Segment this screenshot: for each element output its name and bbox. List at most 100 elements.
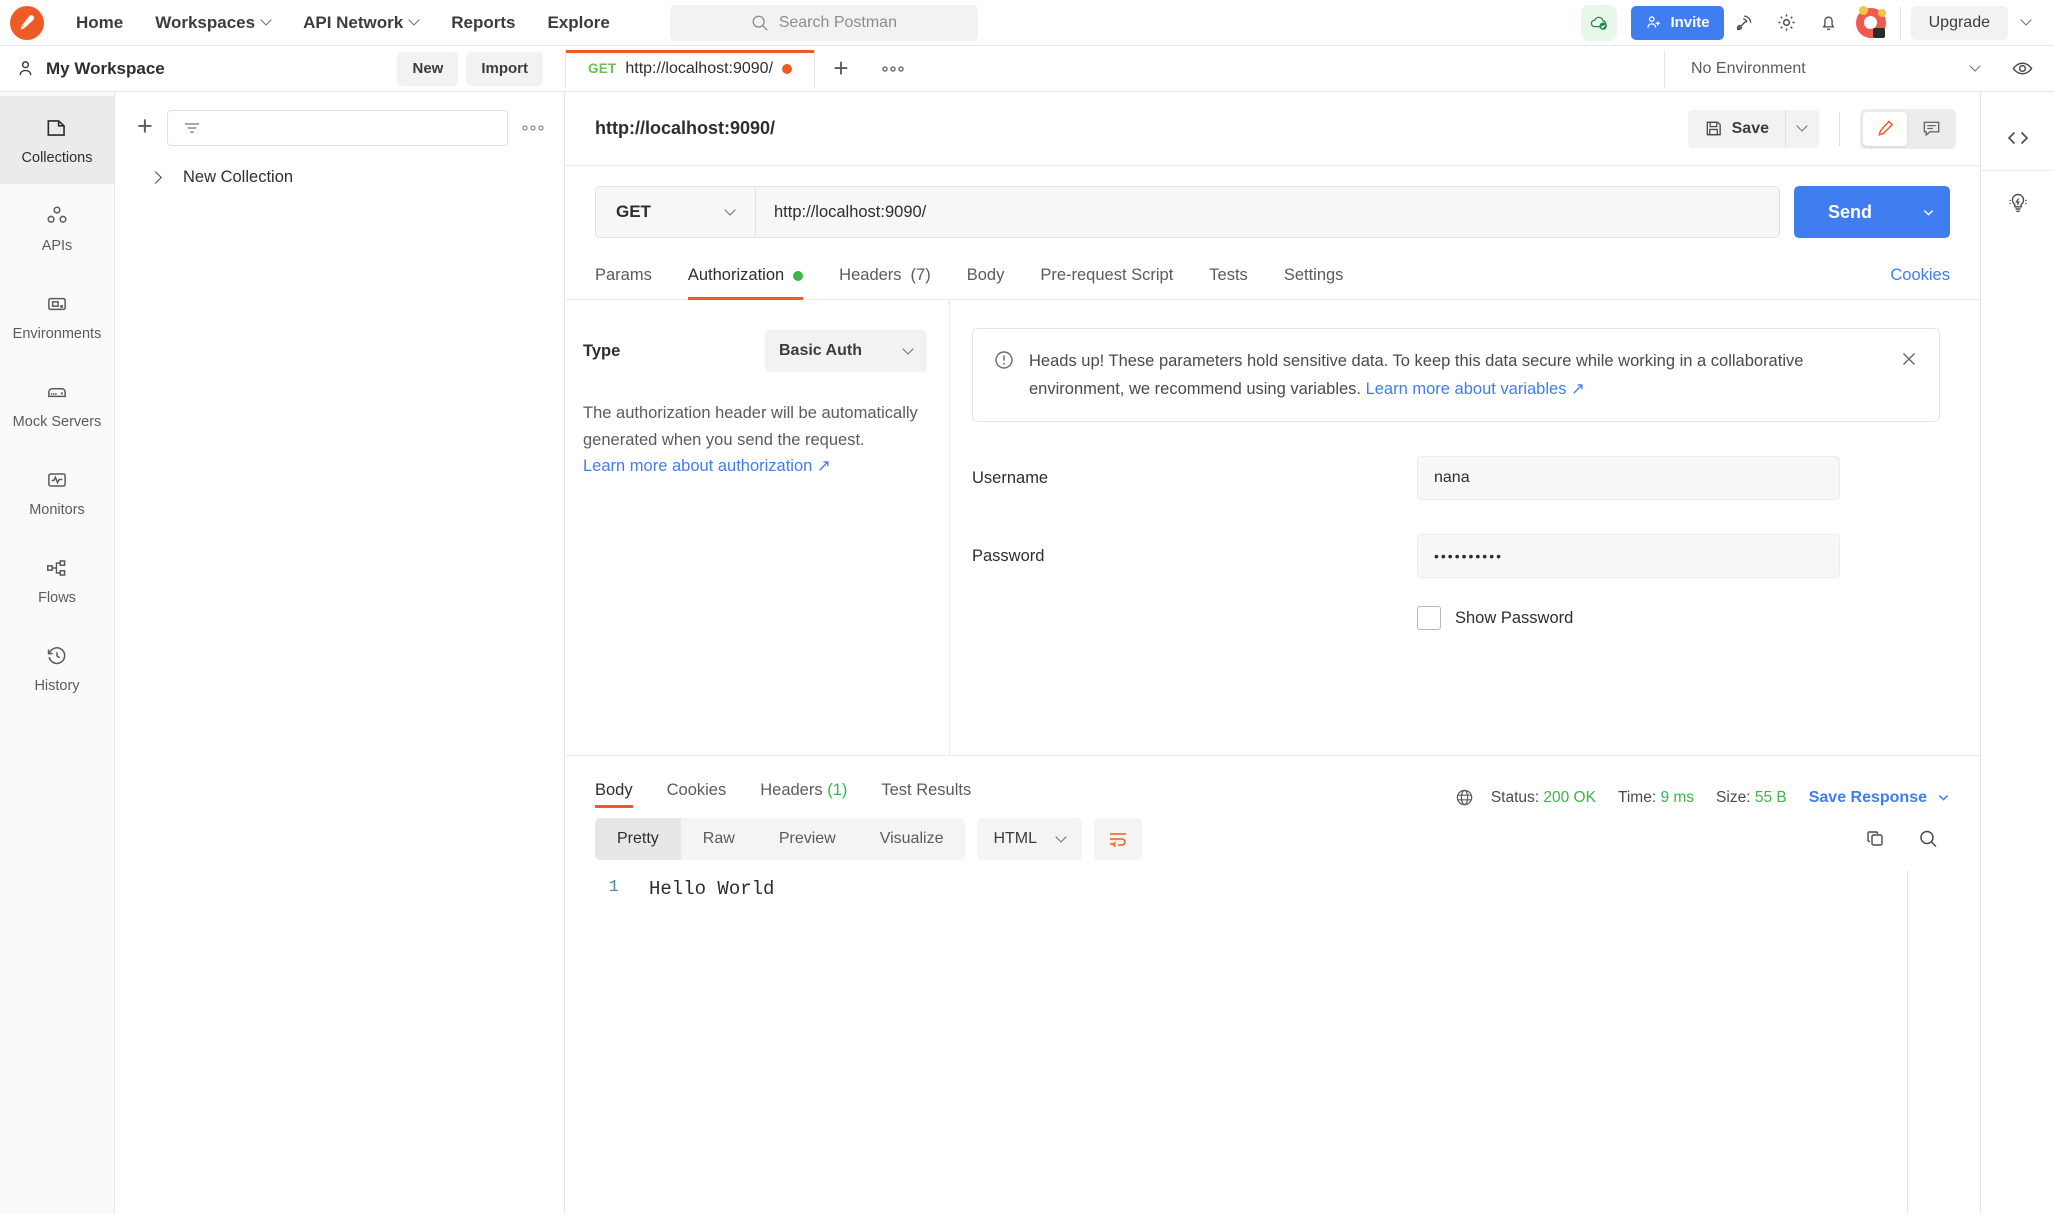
view-mode-label: Raw (702, 830, 735, 847)
nav-reports[interactable]: Reports (435, 7, 531, 39)
show-password-row: Show Password (972, 606, 1940, 631)
view-mode-preview[interactable]: Preview (757, 818, 858, 860)
chevron-down-icon (410, 16, 419, 25)
auth-type-label: Type (583, 341, 621, 360)
upgrade-button[interactable]: Upgrade (1910, 5, 2008, 40)
cookies-link[interactable]: Cookies (1890, 266, 1950, 299)
apis-icon (47, 205, 67, 223)
sync-status-badge[interactable] (1581, 4, 1618, 41)
save-button[interactable]: Save (1687, 109, 1785, 148)
show-password-label[interactable]: Show Password (1455, 609, 1573, 628)
nav-workspaces-label: Workspaces (155, 12, 256, 32)
close-icon[interactable] (1889, 347, 1919, 374)
cookies-label: Cookies (1890, 266, 1950, 284)
view-mode-raw[interactable]: Raw (681, 818, 757, 860)
tab-body[interactable]: Body (967, 256, 1005, 299)
comment-mode-button[interactable] (1909, 112, 1953, 146)
http-method-value: GET (616, 202, 651, 221)
tab-pre-request-script[interactable]: Pre-request Script (1040, 256, 1173, 299)
sidebar-item-environments[interactable]: Environments (0, 272, 114, 360)
nav-workspaces[interactable]: Workspaces (139, 7, 287, 39)
response-tab-headers[interactable]: Headers (1) (760, 765, 847, 814)
save-response-button[interactable]: Save Response (1809, 789, 1950, 807)
sidebar-item-label: Flows (38, 589, 76, 606)
code-snippet-code-icon[interactable] (1981, 106, 2054, 170)
tab-headers[interactable]: Headers (7) (839, 256, 931, 299)
upgrade-chevron-down-icon[interactable] (2008, 6, 2044, 40)
tab-tests[interactable]: Tests (1209, 256, 1248, 299)
url-row: GET http://localhost:9090/ Send (565, 166, 1980, 238)
avatar[interactable] (1855, 5, 1886, 38)
response-body-viewer[interactable]: 1 Hello World (565, 860, 1980, 1214)
show-password-checkbox[interactable] (1417, 606, 1441, 631)
response-tab-body[interactable]: Body (595, 765, 633, 814)
sidebar-item-monitors[interactable]: Monitors (0, 448, 114, 536)
invite-button[interactable]: Invite (1631, 5, 1724, 40)
nav-explore[interactable]: Explore (531, 7, 625, 39)
edit-mode-button[interactable] (1863, 111, 1907, 146)
url-value: http://localhost:9090/ (774, 202, 927, 221)
auth-type-row: Type Basic Auth (583, 330, 927, 372)
password-field[interactable]: •••••••••• (1417, 534, 1840, 579)
gear-icon[interactable] (1766, 4, 1808, 42)
chevron-right-icon[interactable] (151, 173, 161, 183)
workspace-actions: New Import (397, 51, 565, 86)
workspace-header: My Workspace New Import (0, 51, 565, 86)
username-field[interactable]: nana (1417, 456, 1840, 501)
collections-filter-input[interactable] (166, 110, 508, 146)
new-tab-button[interactable]: + (815, 50, 867, 88)
request-tab[interactable]: GET http://localhost:9090/ (565, 49, 816, 88)
postbot-lightbulb-icon[interactable] (1981, 171, 2054, 235)
tab-options-ellipsis-icon[interactable] (867, 50, 919, 88)
url-input[interactable]: http://localhost:9090/ (756, 187, 1779, 237)
http-method-select[interactable]: GET (596, 187, 756, 237)
collections-options-ellipsis-icon[interactable] (522, 119, 544, 137)
nav-api-network[interactable]: API Network (287, 7, 435, 39)
bell-icon[interactable] (1808, 4, 1850, 42)
upgrade-label: Upgrade (1928, 13, 1990, 31)
satellite-icon[interactable] (1724, 4, 1766, 42)
auth-configured-dot-icon (793, 270, 804, 281)
view-mode-label: Preview (778, 830, 836, 847)
sidebar-item-mock-servers[interactable]: Mock Servers (0, 360, 114, 448)
view-mode-visualize[interactable]: Visualize (858, 818, 966, 860)
search-icon[interactable] (1906, 818, 1950, 860)
status-value: 200 OK (1543, 788, 1596, 806)
postman-logo-icon[interactable] (10, 5, 44, 40)
save-options-chevron-down-icon[interactable] (1785, 109, 1819, 148)
tab-params[interactable]: Params (595, 256, 652, 299)
response-format-select[interactable]: HTML (977, 818, 1083, 860)
search-input[interactable]: Search Postman (669, 4, 978, 41)
list-item[interactable]: New Collection (115, 146, 564, 187)
tab-label: Cookies (666, 781, 727, 799)
send-options-chevron-down-icon[interactable] (1906, 186, 1950, 238)
send-button[interactable]: Send (1793, 186, 1906, 238)
tab-settings[interactable]: Settings (1284, 256, 1344, 299)
auth-type-column: Type Basic Auth The authorization header… (565, 300, 950, 755)
environment-select[interactable]: No Environment (1691, 60, 2002, 78)
response-tab-cookies[interactable]: Cookies (667, 765, 727, 814)
new-button[interactable]: New (397, 51, 459, 86)
sidebar-item-flows[interactable]: Flows (0, 536, 114, 624)
left-sidebar-rail: Collections APIs Environments Mock Serve… (0, 92, 115, 1214)
comment-icon (1923, 121, 1939, 137)
nav-home[interactable]: Home (60, 7, 139, 39)
copy-icon[interactable] (1854, 818, 1898, 860)
response-tab-test-results[interactable]: Test Results (881, 765, 971, 814)
environment-quick-look-eye-icon[interactable] (2002, 50, 2042, 88)
send-label: Send (1827, 201, 1872, 222)
nav-home-label: Home (76, 12, 124, 32)
tab-authorization[interactable]: Authorization (687, 256, 804, 300)
banner-learn-more-link[interactable]: Learn more about variables ↗ (1366, 375, 1585, 403)
sidebar-item-collections[interactable]: Collections (0, 96, 114, 184)
add-collection-plus-icon[interactable]: + (137, 113, 153, 143)
auth-type-select[interactable]: Basic Auth (765, 330, 927, 372)
view-mode-pretty[interactable]: Pretty (595, 818, 681, 860)
sidebar-item-apis[interactable]: APIs (0, 184, 114, 272)
import-button[interactable]: Import (466, 51, 543, 86)
auth-learn-more-link[interactable]: Learn more about authorization ↗ (583, 456, 831, 476)
collections-icon (47, 119, 65, 136)
chevron-down-icon (726, 206, 735, 215)
word-wrap-button[interactable] (1094, 818, 1143, 860)
sidebar-item-history[interactable]: History (0, 624, 114, 712)
